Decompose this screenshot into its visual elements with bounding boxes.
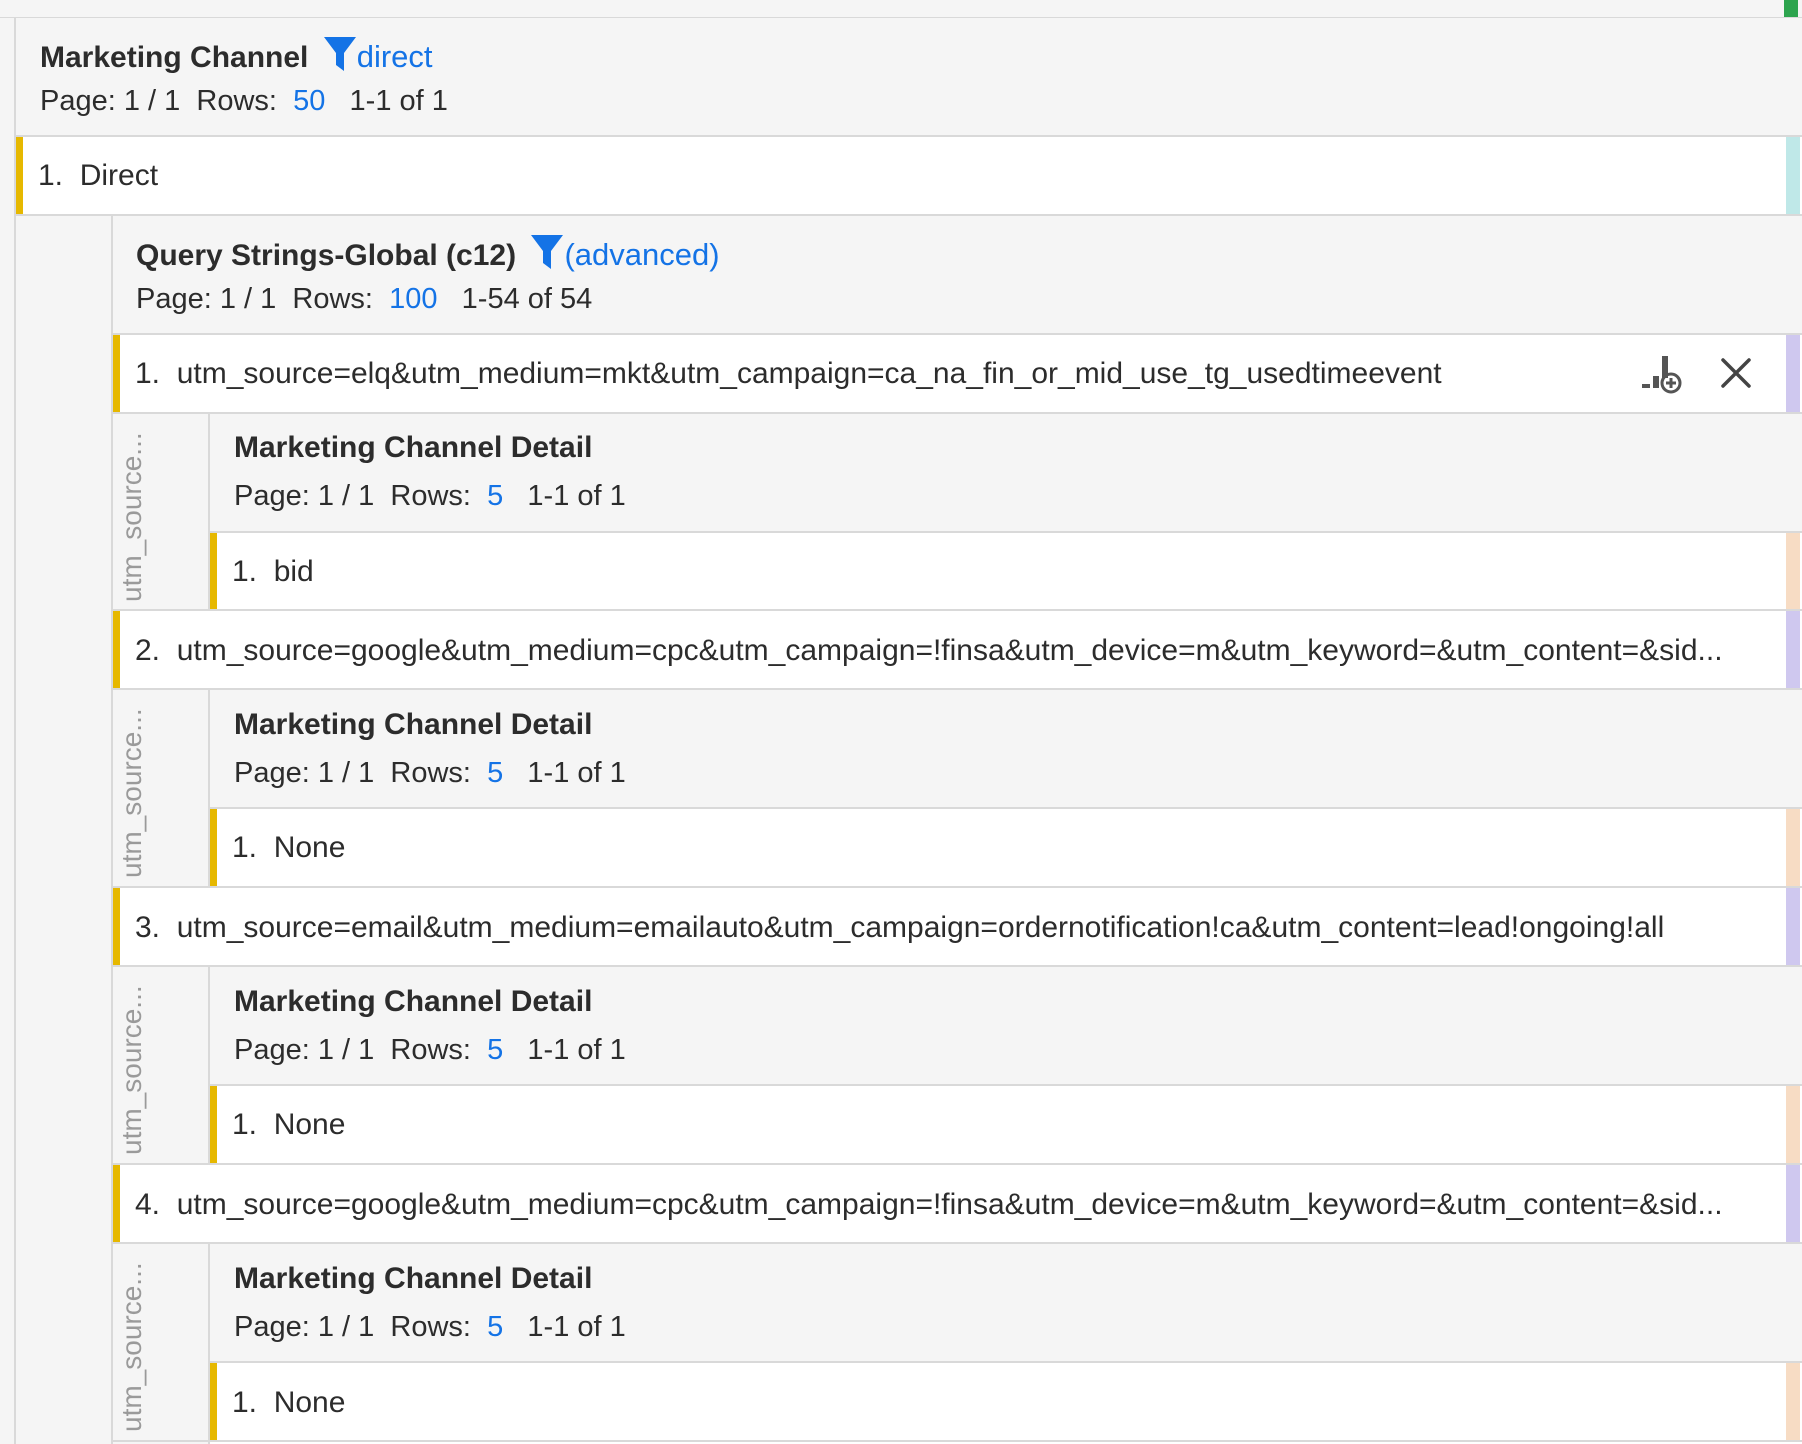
row-highlight <box>16 137 23 215</box>
row-color-bar <box>1786 809 1800 886</box>
rows-per-page[interactable]: 100 <box>389 283 437 315</box>
row-label: 4. utm_source=google&utm_medium=cpc&utm_… <box>135 1188 1723 1221</box>
row-color-bar <box>1786 335 1800 413</box>
row-highlight <box>210 1086 217 1163</box>
row-label: 1. Direct <box>38 159 159 192</box>
row-highlight <box>113 1165 120 1243</box>
pagination-info: Page: 1 / 1 Rows: 50 1-1 of 1 <box>40 85 448 117</box>
row-highlight <box>210 1363 217 1440</box>
row-label: 1. utm_source=elq&utm_medium=mkt&utm_cam… <box>135 357 1442 390</box>
table-row[interactable] <box>210 809 1786 886</box>
breakdown-title: Marketing Channel Detail <box>234 708 593 741</box>
pagination-info: Page: 1 / 1 Rows: 5 1-1 of 1 <box>234 480 626 512</box>
breakdown-title: Marketing Channel direct <box>40 35 433 76</box>
filter-link[interactable]: direct <box>357 39 433 74</box>
table-row[interactable] <box>210 533 1786 610</box>
filter-icon[interactable] <box>323 35 357 73</box>
rows-per-page[interactable]: 50 <box>293 85 325 117</box>
row-label: 1. bid <box>232 555 314 588</box>
previous-row-strip <box>0 0 1802 18</box>
previous-row-indicator <box>1784 0 1798 17</box>
rows-per-page[interactable]: 5 <box>487 1034 503 1066</box>
table-row[interactable] <box>210 1086 1786 1163</box>
add-visualization-icon[interactable] <box>1640 350 1686 396</box>
breakdown-title: Marketing Channel Detail <box>234 1262 593 1295</box>
pagination-info: Page: 1 / 1 Rows: 5 1-1 of 1 <box>234 757 626 789</box>
breakdown-title: Marketing Channel Detail <box>234 431 593 464</box>
rows-per-page[interactable]: 5 <box>487 1311 503 1343</box>
row-color-bar <box>1786 611 1800 689</box>
breakdown-title: Query Strings-Global (c12) (advanced) <box>136 233 720 274</box>
row-color-bar <box>1786 1165 1800 1243</box>
breakdown-side-label: utm_source... <box>116 432 147 602</box>
row-label: 2. utm_source=google&utm_medium=cpc&utm_… <box>135 634 1723 667</box>
row-highlight <box>113 611 120 689</box>
row-label: 3. utm_source=email&utm_medium=emailauto… <box>135 911 1665 944</box>
pagination-info: Page: 1 / 1 Rows: 5 1-1 of 1 <box>234 1034 626 1066</box>
row-color-bar <box>1786 533 1800 610</box>
row-highlight <box>113 888 120 966</box>
pagination-info: Page: 1 / 1 Rows: 100 1-54 of 54 <box>136 283 593 315</box>
table-row-direct[interactable] <box>16 137 1786 215</box>
breakdown-side-label: utm_source... <box>116 1262 147 1432</box>
rows-per-page[interactable]: 5 <box>487 757 503 789</box>
breakdown-title: Marketing Channel Detail <box>234 985 593 1018</box>
pagination-info: Page: 1 / 1 Rows: 5 1-1 of 1 <box>234 1311 626 1343</box>
row-label: 1. None <box>232 831 346 864</box>
row-color-bar <box>1786 137 1800 215</box>
breakdown-side-label: utm_source... <box>116 985 147 1155</box>
filter-icon[interactable] <box>530 233 564 271</box>
breakdown-side-label: utm_source... <box>116 708 147 878</box>
row-label: 1. None <box>232 1108 346 1141</box>
row-label: 1. None <box>232 1386 346 1419</box>
close-icon[interactable] <box>1718 355 1754 391</box>
row-color-bar <box>1786 888 1800 966</box>
row-color-bar <box>1786 1086 1800 1163</box>
row-highlight <box>113 335 120 413</box>
row-highlight <box>210 533 217 610</box>
filter-link[interactable]: (advanced) <box>564 237 719 272</box>
table-row[interactable] <box>210 1363 1786 1440</box>
freeform-table: Marketing Channel direct Page: 1 / 1 Row… <box>0 0 1802 1444</box>
breakdown-gutter <box>16 216 112 1444</box>
row-highlight <box>210 809 217 886</box>
row-color-bar <box>1786 1363 1800 1440</box>
rows-per-page[interactable]: 5 <box>487 480 503 512</box>
